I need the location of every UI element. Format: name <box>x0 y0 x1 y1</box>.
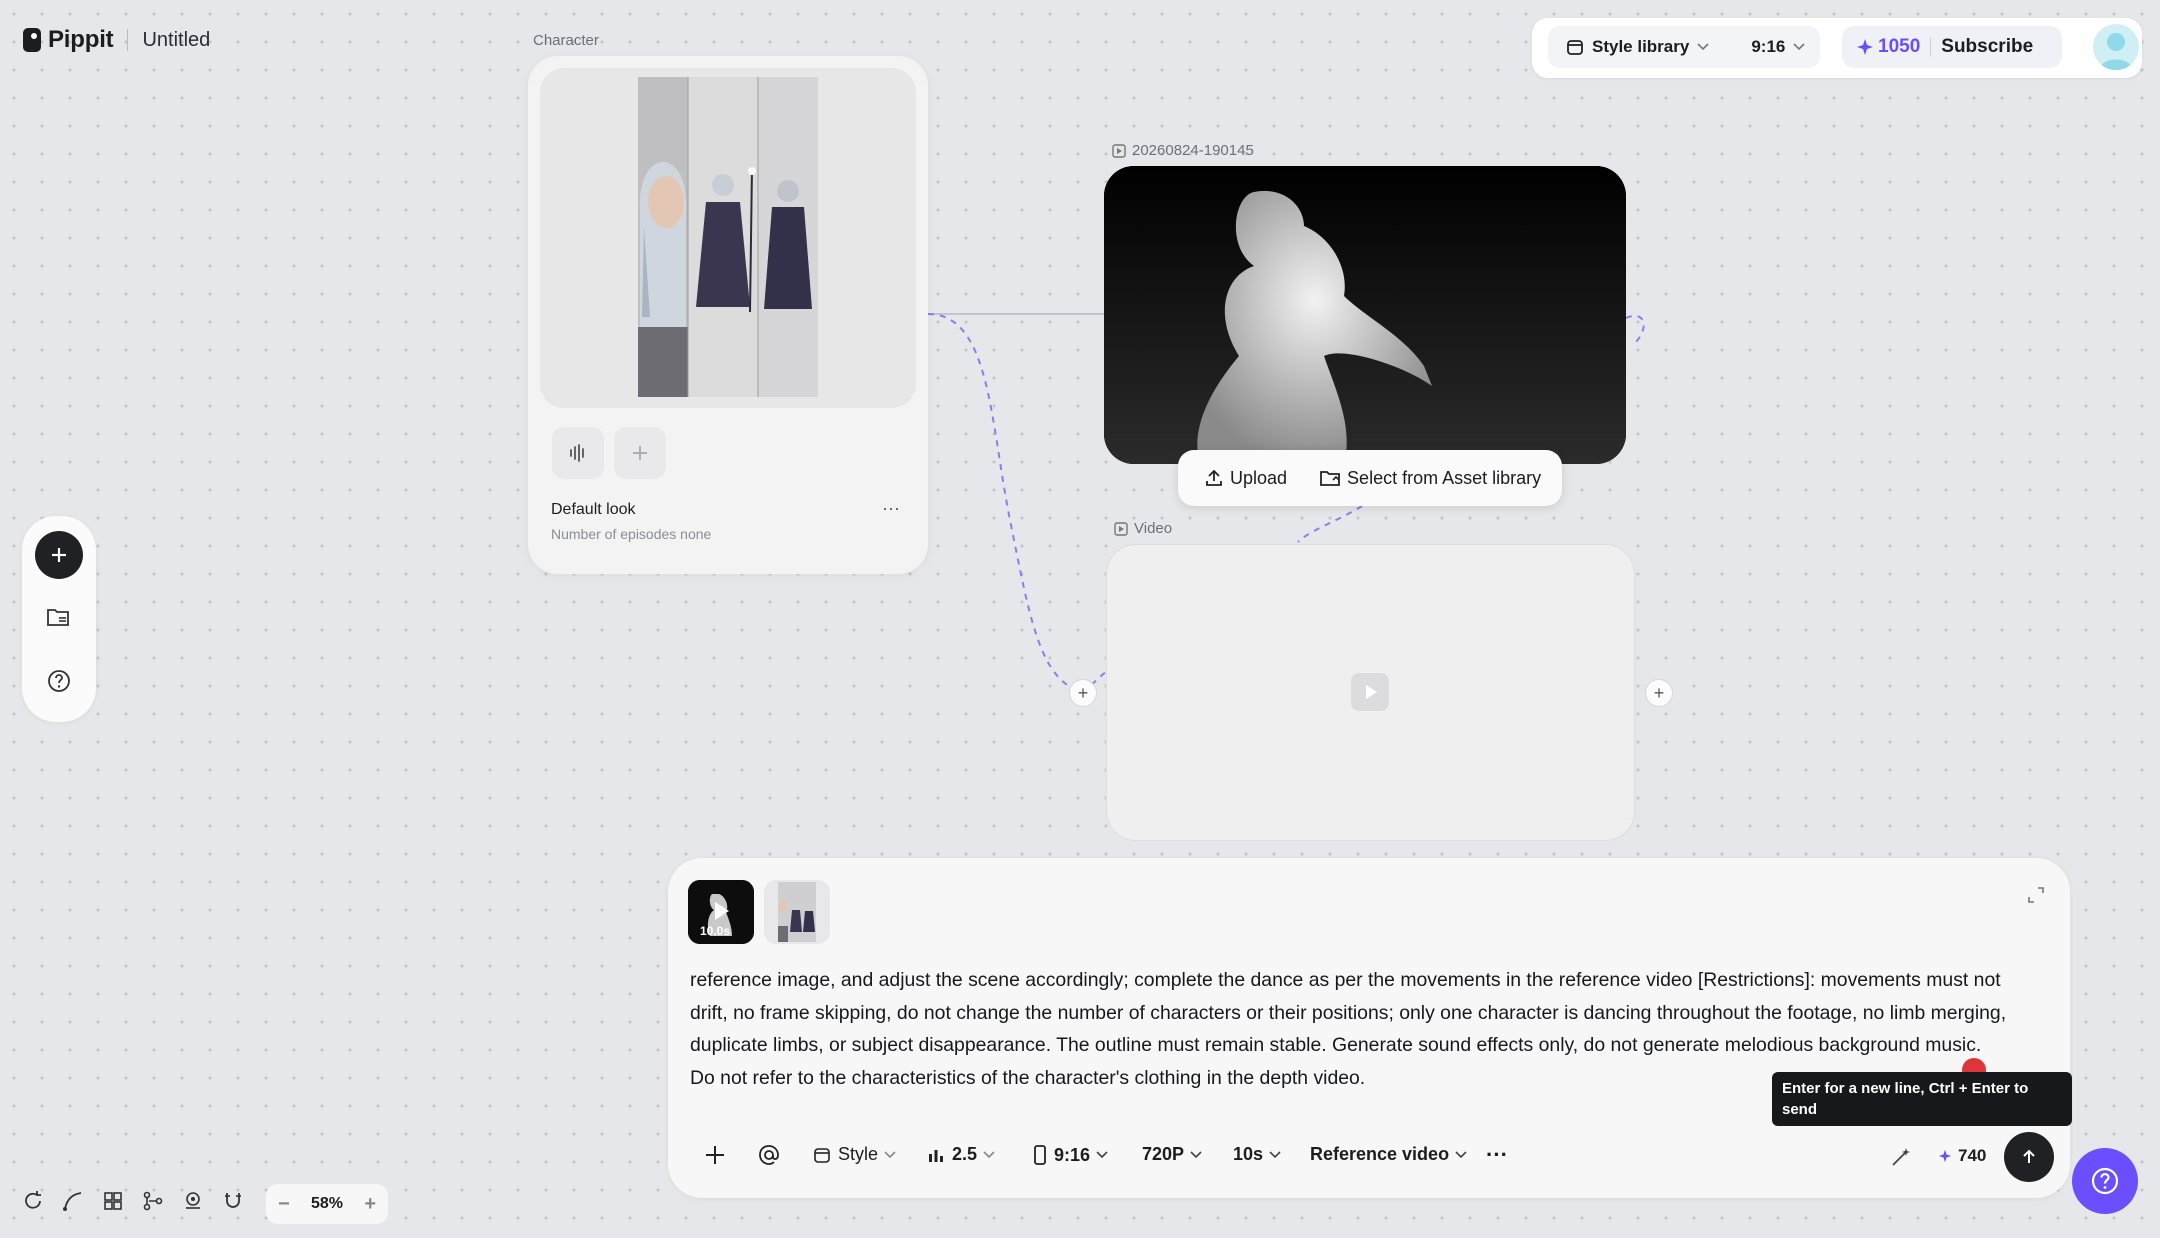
resolution-label: 720P <box>1142 1144 1185 1164</box>
refresh-icon[interactable] <box>22 1190 44 1212</box>
pippit-logo-icon <box>22 27 42 53</box>
look-name: Default look <box>551 501 636 518</box>
help-button[interactable] <box>46 668 72 694</box>
arrow-up-icon <box>2023 1149 2035 1163</box>
brand-name: Pippit <box>48 26 114 53</box>
branch-icon[interactable] <box>142 1190 164 1212</box>
add-attachment-button[interactable] <box>704 1144 726 1166</box>
grid-layout-icon[interactable] <box>102 1190 124 1212</box>
chevron-down-icon <box>1697 43 1709 51</box>
style-aspect-group: Style library 9:16 <box>1548 26 1820 68</box>
duration-label: 10s <box>1233 1144 1264 1164</box>
assets-folder-button[interactable] <box>46 605 72 629</box>
video-node-title: Video <box>1134 520 1173 537</box>
avatar[interactable] <box>2093 24 2139 70</box>
add-node-button[interactable] <box>35 531 83 579</box>
mention-button[interactable] <box>757 1143 781 1167</box>
select-asset-library-button[interactable]: Select from Asset library <box>1347 468 1541 489</box>
waveform-icon <box>570 444 584 462</box>
mode-label: Reference video <box>1310 1144 1450 1164</box>
generation-cost: 740 <box>1938 1146 1986 1166</box>
sparkle-icon <box>1938 1149 1952 1163</box>
location-icon[interactable] <box>182 1190 204 1212</box>
credits-count: 1050 <box>1878 36 1921 57</box>
sparkle-icon <box>1856 38 1874 56</box>
chevron-down-icon <box>1269 1150 1281 1158</box>
zoom-level: 58% <box>310 1195 344 1212</box>
resolution-selector[interactable]: 720P <box>1142 1144 1202 1165</box>
subscribe-button[interactable]: Subscribe <box>1941 36 2033 58</box>
video-duration-badge: 10.0s <box>700 924 731 938</box>
brand-divider <box>127 29 129 51</box>
aspect-ratio-selector[interactable]: 9:16 <box>1032 1144 1108 1166</box>
magic-wand-icon[interactable] <box>1890 1146 1912 1168</box>
video-node-label: Video <box>1114 520 1172 537</box>
zoom-out-button[interactable]: − <box>278 1193 290 1216</box>
chevron-down-icon <box>884 1150 896 1158</box>
upload-icon <box>1204 468 1224 488</box>
question-circle-icon <box>2091 1167 2119 1195</box>
curve-tool-icon[interactable] <box>62 1190 84 1212</box>
add-look-button[interactable] <box>614 427 666 479</box>
chevron-down-icon <box>1455 1150 1467 1158</box>
model-version-selector[interactable]: 2.5 <box>926 1144 995 1165</box>
send-button[interactable] <box>2004 1132 2054 1182</box>
style-label: Style <box>838 1144 879 1164</box>
document-title[interactable]: Untitled <box>142 29 210 52</box>
more-settings-button[interactable]: ··· <box>1486 1142 1508 1168</box>
more-options-button[interactable]: ··· <box>882 498 900 519</box>
depth-node-title: 20260824-190145 <box>1132 142 1254 159</box>
chevron-down-icon <box>1096 1151 1108 1159</box>
video-icon <box>1112 143 1126 158</box>
portrait-icon <box>1034 1145 1046 1165</box>
expand-icon[interactable] <box>2027 886 2045 904</box>
mode-selector[interactable]: Reference video <box>1310 1144 1467 1165</box>
video-icon <box>1114 521 1128 536</box>
character-reference-image[interactable] <box>638 77 818 397</box>
episodes-count: Number of episodes none <box>551 526 712 542</box>
chevron-down-icon <box>1793 43 1805 51</box>
zoom-control: − 58% + <box>266 1184 388 1224</box>
question-circle-icon <box>48 670 70 692</box>
chevron-down-icon <box>983 1150 995 1158</box>
style-selector[interactable]: Style <box>812 1144 896 1165</box>
voice-button[interactable] <box>552 427 604 479</box>
plus-icon <box>633 446 647 460</box>
bottom-tools <box>22 1190 244 1212</box>
style-icon <box>814 1147 830 1163</box>
generation-cost-value: 740 <box>1958 1146 1987 1165</box>
add-output-connector[interactable]: + <box>1645 679 1673 707</box>
aspect-ratio-button[interactable]: 9:16 <box>1751 37 1785 57</box>
plus-icon <box>706 1146 724 1164</box>
depth-node-label: 20260824-190145 <box>1112 142 1254 159</box>
bar-chart-icon <box>929 1149 943 1162</box>
plus-icon <box>52 548 66 562</box>
model-version-label: 2.5 <box>952 1144 978 1164</box>
support-chat-button[interactable] <box>2072 1148 2138 1214</box>
reference-video-thumb[interactable]: 10.0s <box>688 880 754 944</box>
chevron-down-icon <box>1190 1150 1202 1158</box>
style-library-icon <box>1566 38 1584 56</box>
folder-icon <box>1319 468 1341 488</box>
upload-toolbar: Upload Select from Asset library <box>1178 450 1562 506</box>
folder-icon <box>47 609 69 626</box>
depth-video-preview[interactable] <box>1104 166 1626 464</box>
magnet-icon[interactable] <box>222 1190 244 1212</box>
video-play-placeholder-icon <box>1350 672 1390 712</box>
send-hint-tooltip: Enter for a new line, Ctrl + Enter to se… <box>1772 1072 2072 1126</box>
character-image-thumb[interactable] <box>764 880 830 944</box>
brand-bar: Pippit Untitled <box>22 22 210 58</box>
zoom-in-button[interactable]: + <box>364 1193 376 1216</box>
credits-subscribe-group: 1050 Subscribe <box>1842 26 2062 68</box>
aspect-ratio-label: 9:16 <box>1054 1144 1091 1165</box>
style-library-button[interactable]: Style library <box>1592 37 1689 57</box>
add-input-connector[interactable]: + <box>1069 679 1097 707</box>
credits-divider <box>1930 37 1932 57</box>
upload-button[interactable]: Upload <box>1230 468 1287 489</box>
at-sign-icon <box>759 1145 779 1165</box>
character-node-label: Character <box>533 32 599 49</box>
duration-selector[interactable]: 10s <box>1233 1144 1281 1165</box>
